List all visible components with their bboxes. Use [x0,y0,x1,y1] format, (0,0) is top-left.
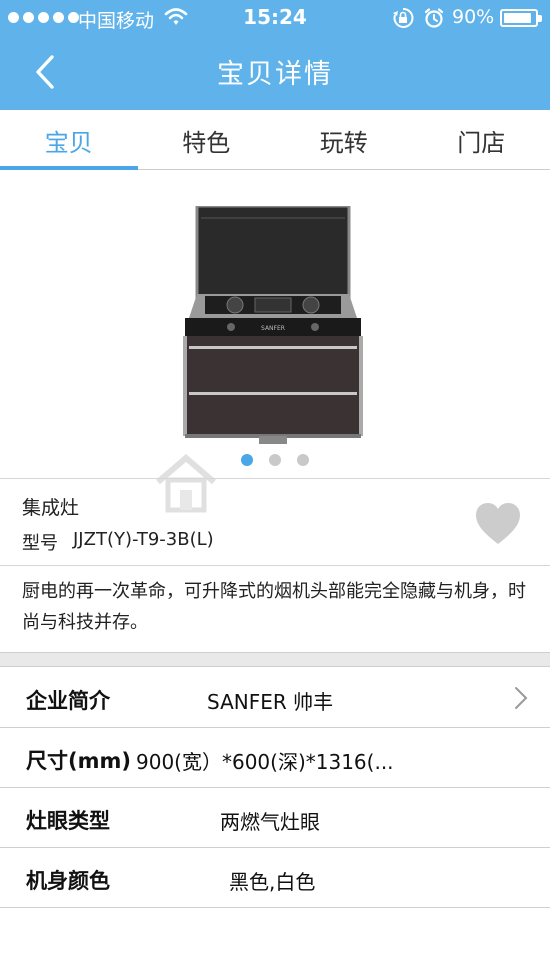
spec-value: 两燃气灶眼 [220,810,320,834]
spec-row-color: 机身颜色 黑色,白色 [0,848,550,908]
spec-label: 灶眼类型 [26,809,110,833]
spec-value: 900(宽）*600(深)*1316(... [136,750,394,774]
status-bar: 中国移动 15:24 90% [0,0,550,36]
battery-icon [500,9,542,27]
tab-stores[interactable]: 门店 [413,110,550,170]
spec-row-burner: 灶眼类型 两燃气灶眼 [0,788,550,848]
tab-features[interactable]: 特色 [138,110,276,170]
orientation-lock-icon [392,7,414,33]
spec-value: SANFER 帅丰 [207,690,334,714]
spec-label: 企业简介 [26,689,110,713]
product-brand-mark: SANFER [261,325,285,332]
alarm-icon [423,7,445,33]
tab-playing[interactable]: 玩转 [275,110,413,170]
spec-label: 机身颜色 [26,869,110,893]
product-gallery[interactable]: SANFER [0,171,550,513]
heart-icon [476,503,520,544]
top-bar: 中国移动 15:24 90% 宝贝详情 [0,0,550,110]
spec-value: 黑色,白色 [229,870,316,894]
product-name: 集成灶 [22,497,80,519]
page-title: 宝贝详情 [217,59,333,90]
tab-bar: 宝贝 特色 玩转 门店 [0,110,550,170]
spec-row-company[interactable]: 企业简介 SANFER 帅丰 [0,668,550,728]
spec-label: 尺寸(mm) [26,749,131,773]
product-image: SANFER [183,206,363,444]
product-description: 厨电的再一次革命，可升降式的烟机头部能完全隐藏与机身，时尚与科技并存。 [22,581,526,633]
model-label: 型号 [22,533,58,554]
spec-row-size: 尺寸(mm) 900(宽）*600(深)*1316(... [0,728,550,788]
product-info: 集成灶 型号 JJZT(Y)-T9-3B(L) [0,478,550,566]
model-value: JJZT(Y)-T9-3B(L) [73,529,214,550]
section-divider [0,652,550,667]
tab-product[interactable]: 宝贝 [0,110,138,170]
favorite-button[interactable] [474,502,522,546]
battery-percent: 90% [452,6,495,28]
chevron-right-icon [515,687,528,709]
